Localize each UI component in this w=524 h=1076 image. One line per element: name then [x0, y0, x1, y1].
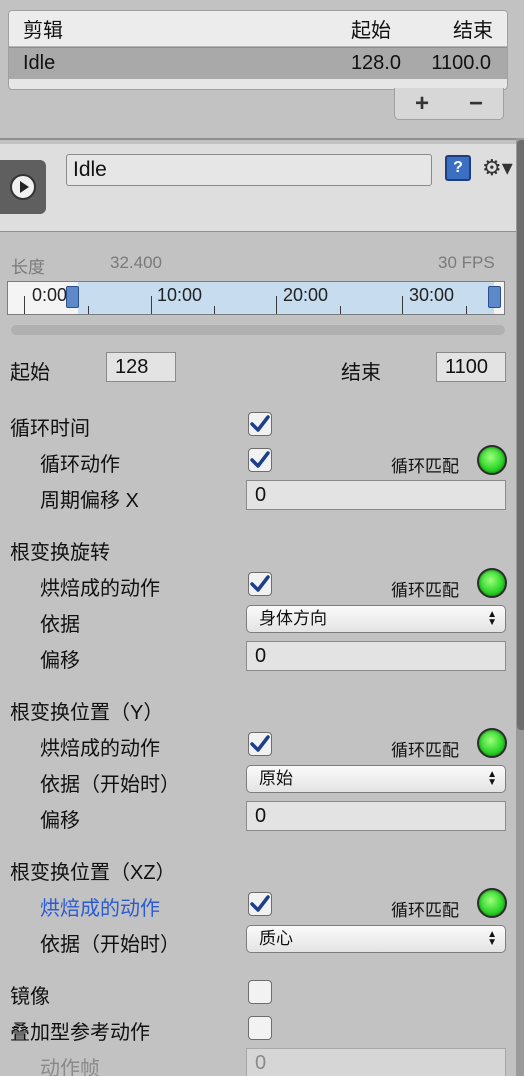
timeline-scrollbar[interactable] — [11, 325, 505, 335]
root-position-xz-based-on-label: 依据（开始时） — [40, 934, 180, 956]
timeline-minor-tick — [88, 306, 89, 314]
timeline-start-handle[interactable] — [66, 286, 79, 308]
end-label: 结束 — [341, 362, 381, 384]
start-frame-input[interactable]: 128 — [106, 352, 176, 382]
length-value: 32.400 — [110, 253, 162, 272]
checkmark-icon — [250, 895, 270, 912]
timeline-tick — [276, 296, 277, 314]
dropdown-arrows-icon: ▲ ▼ — [487, 929, 497, 948]
inspector-scrollbar-thumb[interactable] — [517, 140, 524, 730]
root-position-xz-based-on-dropdown[interactable]: 质心 ▲ ▼ — [246, 925, 506, 953]
timeline-tick — [151, 296, 152, 314]
loop-match-indicator-icon — [477, 888, 507, 918]
clip-list-header-name: 剪辑 — [23, 20, 63, 42]
root-position-y-title: 根变换位置（Y） — [10, 702, 164, 724]
gear-icon[interactable]: ⚙▾ — [482, 154, 513, 182]
root-position-y-offset-label: 偏移 — [40, 810, 80, 832]
pose-frame-label: 动作帧 — [40, 1058, 100, 1076]
timeline-tick-label: 0:00 — [32, 285, 68, 305]
root-position-y-based-on-label: 依据（开始时） — [40, 774, 180, 796]
clip-list-header-end: 结束 — [453, 20, 493, 42]
add-clip-button[interactable]: + — [415, 90, 429, 118]
root-rotation-bake-checkbox[interactable] — [248, 572, 272, 596]
loop-match-indicator-icon — [477, 728, 507, 758]
additive-reference-pose-label: 叠加型参考动作 — [10, 1022, 150, 1044]
help-icon[interactable]: ? — [445, 155, 471, 181]
timeline-minor-tick — [466, 306, 467, 314]
end-frame-input[interactable]: 1100 — [436, 352, 506, 382]
mirror-label: 镜像 — [10, 986, 50, 1008]
root-rotation-based-on-label: 依据 — [40, 614, 80, 636]
clip-list: 剪辑 起始 结束 Idle 128.0 1100.0 — [8, 10, 508, 90]
root-position-xz-bake-label: 烘焙成的动作 — [40, 898, 160, 920]
cycle-offset-input[interactable]: 0 — [246, 480, 506, 510]
pose-frame-input: 0 — [246, 1048, 506, 1076]
loop-match-label: 循环匹配 — [391, 457, 459, 476]
dropdown-value: 身体方向 — [259, 609, 327, 628]
clip-list-footer: + − — [394, 88, 504, 120]
checkmark-icon — [250, 575, 270, 592]
root-position-y-bake-checkbox[interactable] — [248, 732, 272, 756]
clip-name-input[interactable]: Idle — [66, 154, 432, 186]
timeline-tick-label: 20:00 — [283, 285, 329, 305]
clip-list-header: 剪辑 起始 结束 — [9, 11, 507, 47]
timeline-tick-label: 10:00 — [157, 285, 203, 305]
root-position-y-offset-input[interactable]: 0 — [246, 801, 506, 831]
loop-match-label: 循环匹配 — [391, 581, 459, 600]
start-label: 起始 — [10, 362, 50, 384]
loop-time-checkbox[interactable] — [248, 412, 272, 436]
mirror-checkbox[interactable] — [248, 980, 272, 1004]
preview-play-button[interactable] — [0, 160, 46, 214]
root-rotation-title: 根变换旋转 — [10, 542, 110, 564]
clip-row-end: 1100.0 — [431, 52, 491, 74]
clip-list-header-start: 起始 — [351, 20, 391, 42]
loop-match-label: 循环匹配 — [391, 741, 459, 760]
loop-match-indicator-icon — [477, 568, 507, 598]
root-position-y-based-on-dropdown[interactable]: 原始 ▲ ▼ — [246, 765, 506, 793]
timeline-tick — [402, 296, 403, 314]
clip-row-start: 128.0 — [350, 52, 401, 74]
root-position-y-bake-label: 烘焙成的动作 — [40, 738, 160, 760]
divider — [0, 138, 516, 140]
dropdown-arrows-icon: ▲ ▼ — [487, 769, 497, 788]
loop-time-label: 循环时间 — [10, 418, 90, 440]
root-position-xz-bake-checkbox[interactable] — [248, 892, 272, 916]
clip-list-row[interactable]: Idle 128.0 1100.0 — [9, 47, 507, 79]
loop-pose-label: 循环动作 — [40, 454, 120, 476]
play-icon — [10, 174, 36, 200]
checkmark-icon — [250, 451, 270, 468]
root-rotation-bake-label: 烘焙成的动作 — [40, 578, 160, 600]
clip-row-name: Idle — [23, 52, 56, 74]
dropdown-value: 原始 — [259, 769, 293, 788]
timeline-tick-label: 30:00 — [409, 285, 455, 305]
dropdown-value: 质心 — [259, 929, 293, 948]
checkmark-icon — [250, 735, 270, 752]
loop-pose-checkbox[interactable] — [248, 448, 272, 472]
timeline-end-handle[interactable] — [488, 286, 501, 308]
length-label: 长度 — [11, 258, 45, 277]
loop-match-label: 循环匹配 — [391, 901, 459, 920]
root-rotation-offset-label: 偏移 — [40, 650, 80, 672]
timeline-tick — [24, 296, 25, 314]
loop-match-indicator-icon — [477, 445, 507, 475]
fps-label: 30 FPS — [438, 253, 495, 272]
remove-clip-button[interactable]: − — [469, 90, 483, 118]
root-rotation-based-on-dropdown[interactable]: 身体方向 ▲ ▼ — [246, 605, 506, 633]
cycle-offset-label: 周期偏移 X — [40, 490, 139, 512]
dropdown-arrows-icon: ▲ ▼ — [487, 609, 497, 628]
checkmark-icon — [250, 415, 270, 432]
additive-reference-pose-checkbox[interactable] — [248, 1016, 272, 1040]
root-position-xz-title: 根变换位置（XZ） — [10, 862, 176, 884]
timeline-minor-tick — [340, 306, 341, 314]
root-rotation-offset-input[interactable]: 0 — [246, 641, 506, 671]
timeline-minor-tick — [214, 306, 215, 314]
